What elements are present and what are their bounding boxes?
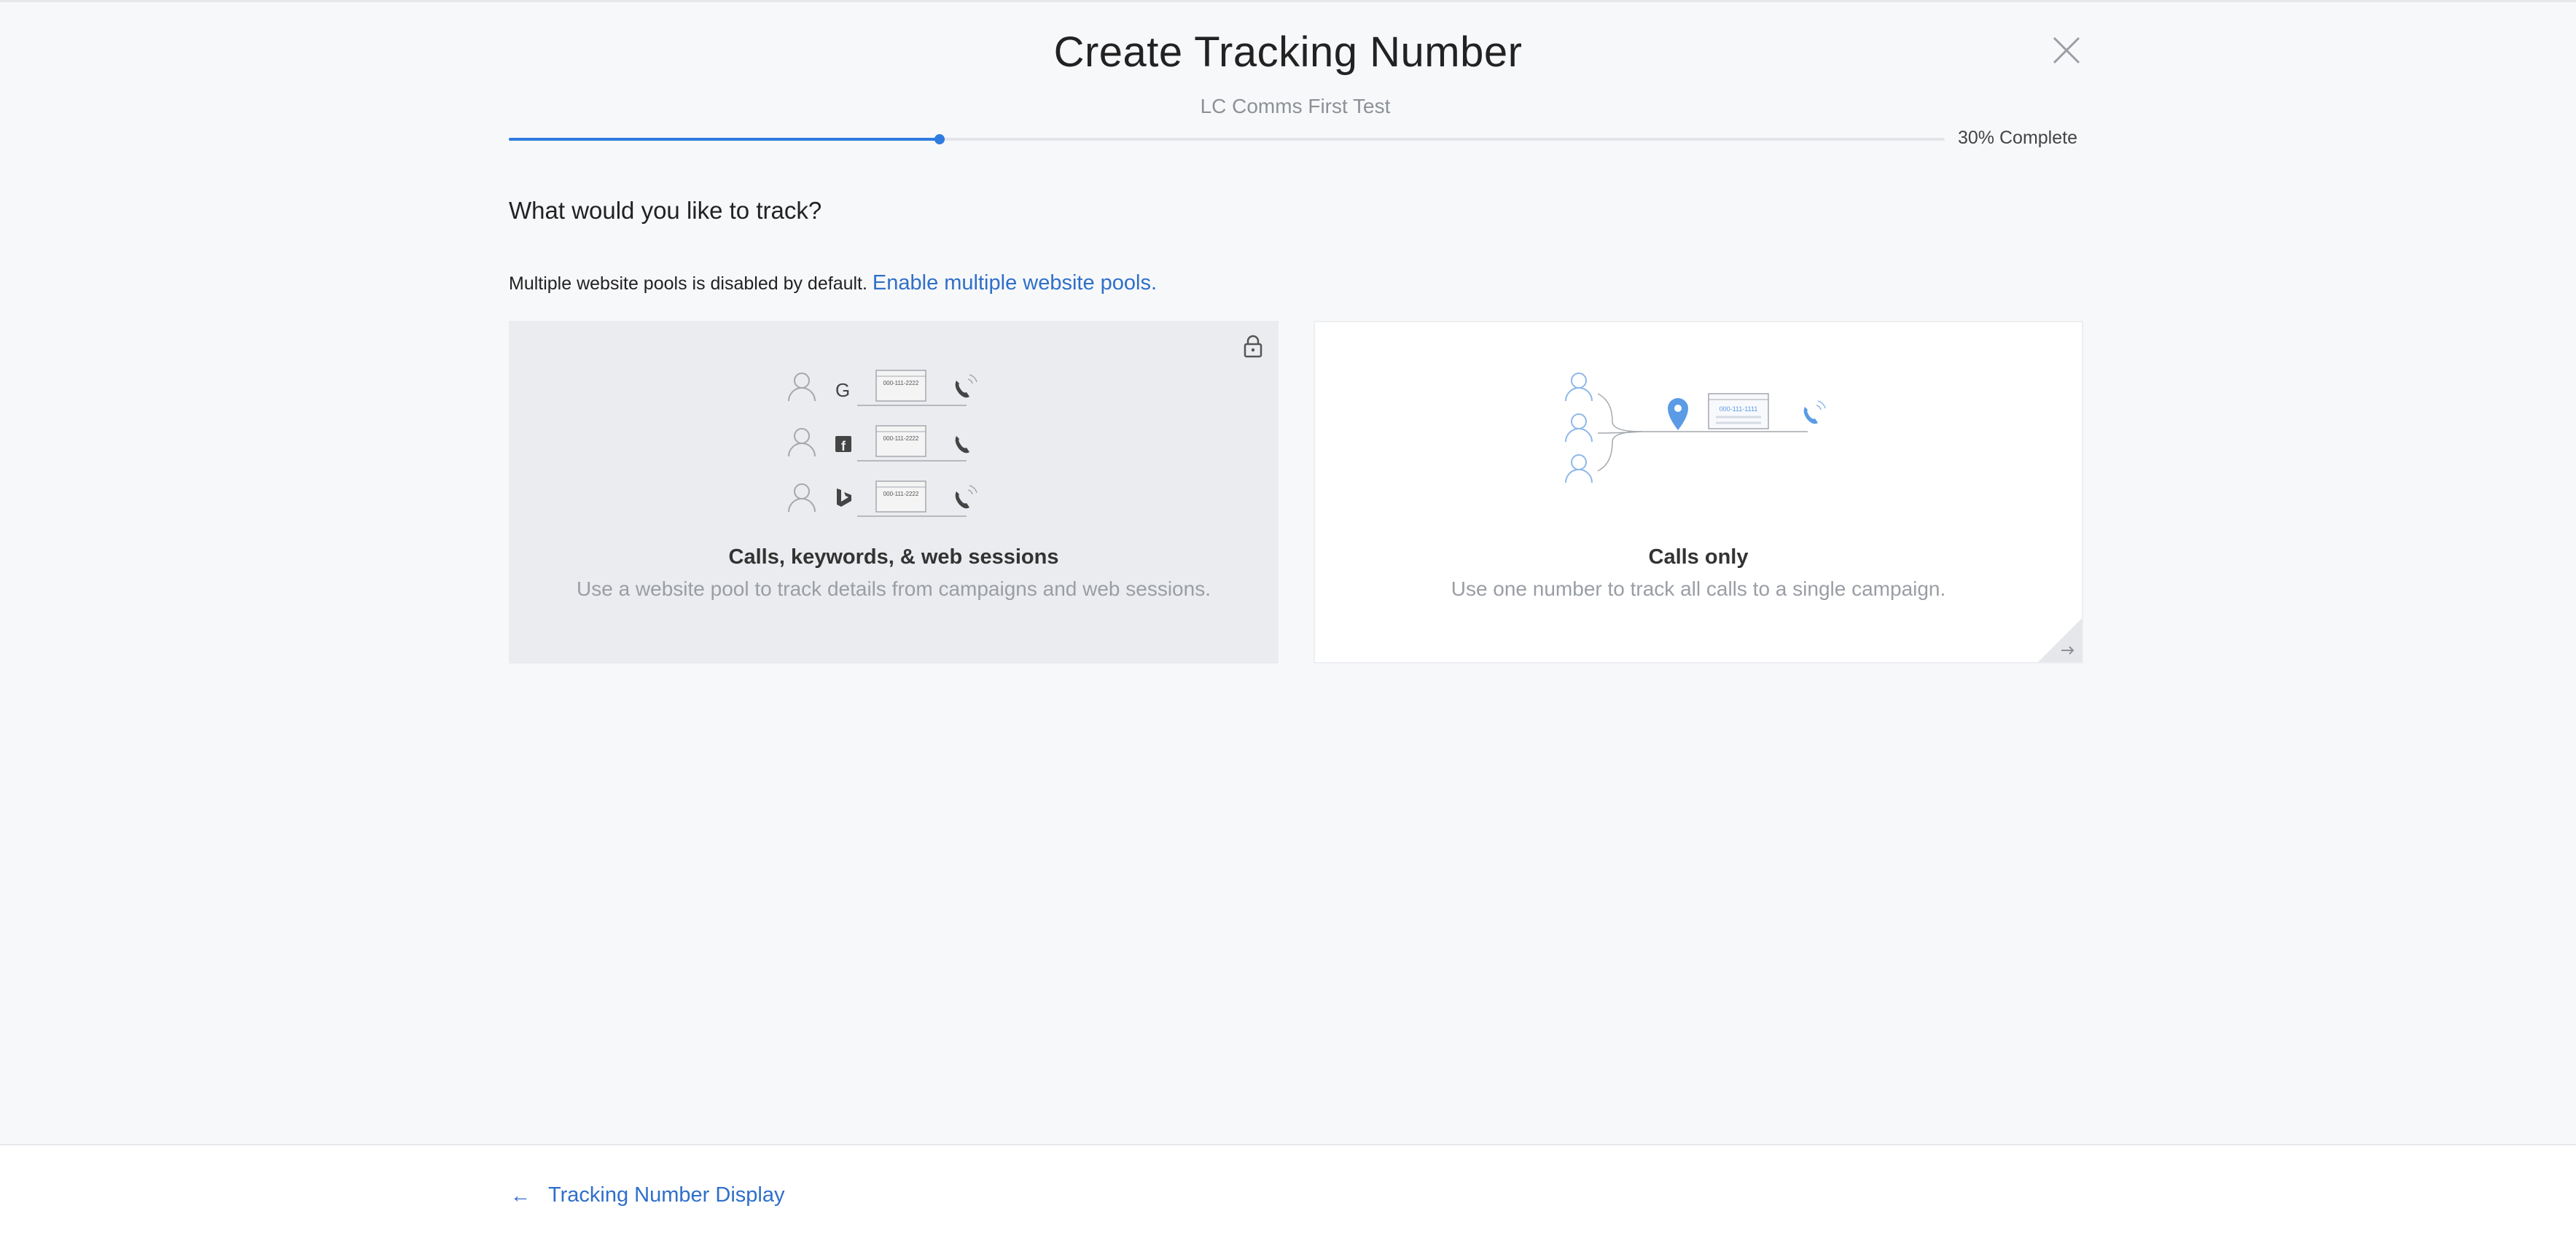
phone-icon [1803, 407, 1818, 424]
svg-text:f: f [841, 439, 846, 453]
svg-text:000-111-2222: 000-111-2222 [883, 380, 919, 386]
progress-label: 30% Complete [1958, 128, 2077, 148]
track-question: What would you like to track? [509, 197, 822, 224]
card-illustration-pool: G 000-111-2222 f 000-111-2222 000-111-22… [510, 365, 1277, 517]
progress-knob [934, 134, 945, 144]
back-link[interactable]: ← Tracking Number Display [510, 1183, 784, 1207]
card-description: Use a website pool to track details from… [577, 577, 1211, 600]
page-subtitle: LC Comms First Test [1200, 95, 1391, 117]
arrow-right-icon [2038, 618, 2082, 662]
close-button[interactable] [2050, 34, 2083, 67]
page-title: Create Tracking Number [1053, 28, 1523, 76]
facebook-icon: f [835, 436, 851, 453]
map-pin-icon [1668, 398, 1688, 430]
arrow-left-icon: ← [510, 1183, 531, 1207]
enable-pools-link[interactable]: Enable multiple website pools. [873, 271, 1157, 295]
pools-note: Multiple website pools is disabled by de… [509, 271, 1157, 295]
back-link-label: Tracking Number Display [548, 1183, 785, 1207]
svg-text:000-111-2222: 000-111-2222 [883, 491, 919, 497]
progress-fill [509, 138, 940, 141]
lock-icon [1244, 335, 1262, 358]
card-description: Use one number to track all calls to a s… [1451, 577, 1946, 600]
close-icon [2053, 36, 2080, 64]
card-title: Calls, keywords, & web sessions [728, 545, 1059, 569]
progress-bar [509, 134, 1945, 144]
card-title: Calls only [1648, 545, 1749, 569]
card-illustration-single: 000-111-1111 [1315, 365, 2082, 503]
svg-text:000-111-2222: 000-111-2222 [883, 435, 919, 442]
top-border [0, 0, 2576, 2]
bing-icon [837, 488, 851, 507]
footer: ← Tracking Number Display [0, 1144, 2576, 1238]
card-calls-keywords-web: G 000-111-2222 f 000-111-2222 000-111-22… [509, 321, 1279, 663]
pools-note-text: Multiple website pools is disabled by de… [509, 273, 867, 294]
card-calls-only[interactable]: 000-111-1111 Calls only Use one number t… [1314, 321, 2083, 663]
svg-text:000-111-1111: 000-111-1111 [1720, 405, 1758, 413]
google-icon: G [835, 379, 850, 401]
